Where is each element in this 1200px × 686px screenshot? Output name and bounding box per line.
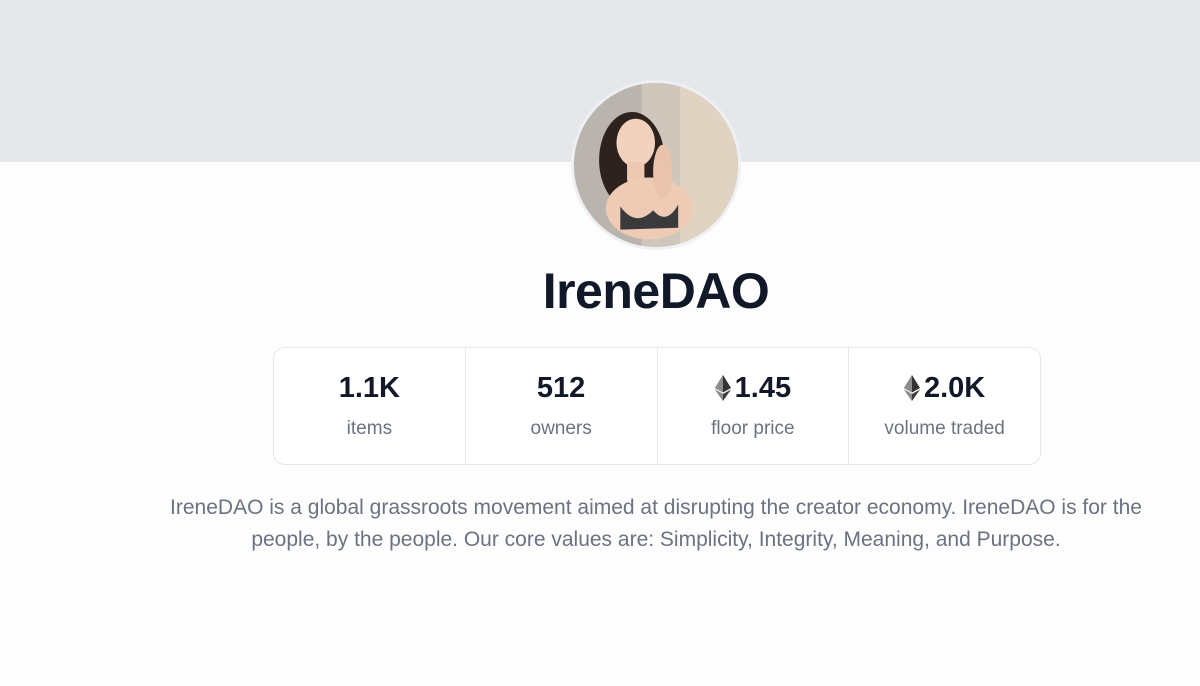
stat-label: items xyxy=(346,418,393,439)
stats-panel: 1.1K items 512 owners 1.45 floor price 2… xyxy=(273,347,1041,465)
collection-avatar xyxy=(571,80,741,250)
stat-owners: 512 owners xyxy=(466,348,658,464)
stat-floor-price: 1.45 floor price xyxy=(658,348,850,464)
stat-value: 512 xyxy=(537,370,585,406)
stat-value: 1.45 xyxy=(714,370,792,406)
collection-title: IreneDAO xyxy=(542,263,770,319)
stat-label: owners xyxy=(530,418,592,439)
ethereum-icon xyxy=(903,375,920,401)
stat-volume-traded: 2.0K volume traded xyxy=(849,348,1040,464)
stat-items: 1.1K items xyxy=(274,348,466,464)
stat-value: 2.0K xyxy=(903,370,986,406)
stat-value-text: 2.0K xyxy=(923,371,986,404)
stat-value-text: 512 xyxy=(536,371,586,404)
stat-value: 1.1K xyxy=(339,370,400,406)
stat-value-text: 1.45 xyxy=(734,371,792,404)
stat-label: floor price xyxy=(711,418,795,439)
stat-label: volume traded xyxy=(884,418,1005,439)
stat-value-text: 1.1K xyxy=(338,371,400,404)
collection-description: IreneDAO is a global grassroots movement… xyxy=(170,496,1142,551)
ethereum-icon xyxy=(714,375,731,401)
